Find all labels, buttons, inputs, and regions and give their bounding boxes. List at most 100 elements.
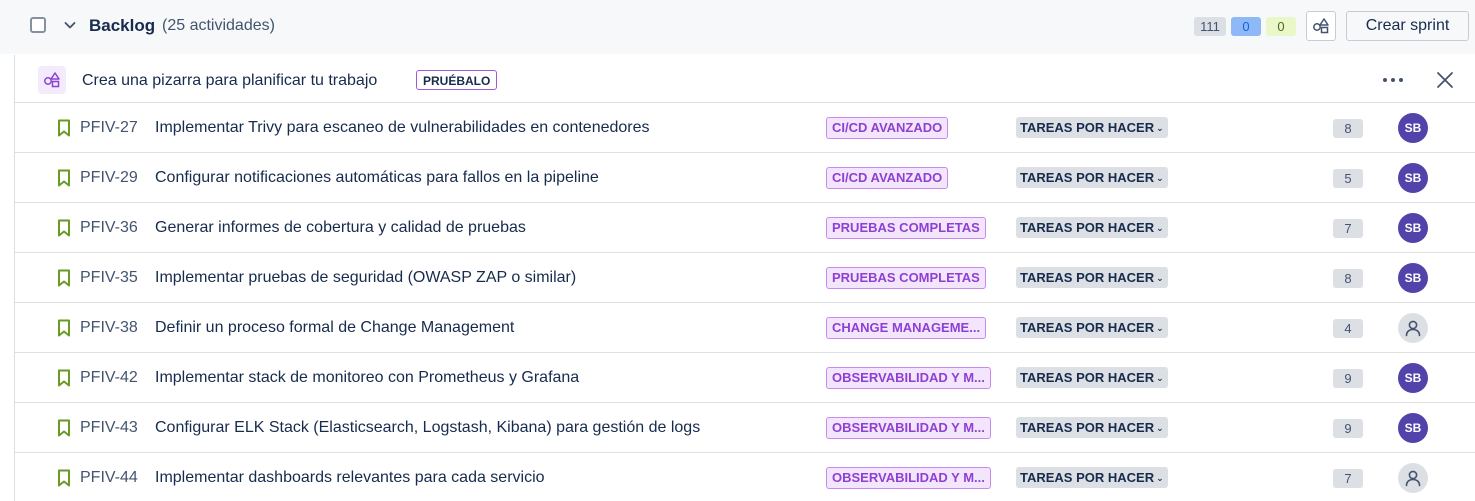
issue-summary[interactable]: Implementar Trivy para escaneo de vulner… bbox=[155, 119, 650, 137]
done-points-badge: 0 bbox=[1266, 17, 1296, 36]
chevron-down-icon: ⌄ bbox=[1156, 123, 1164, 133]
status-label: TAREAS POR HACER bbox=[1020, 270, 1155, 285]
status-label: TAREAS POR HACER bbox=[1020, 470, 1155, 485]
table-row[interactable]: PFIV-43 Configurar ELK Stack (Elasticsea… bbox=[15, 403, 1475, 453]
status-dropdown[interactable]: TAREAS POR HACER ⌄ bbox=[1016, 167, 1168, 188]
board-shapes-button[interactable] bbox=[1306, 11, 1336, 41]
issue-summary[interactable]: Definir un proceso formal de Change Mana… bbox=[155, 319, 514, 337]
unassigned-avatar[interactable] bbox=[1398, 463, 1428, 493]
story-points-badge[interactable]: 4 bbox=[1333, 319, 1363, 338]
assignee-avatar[interactable]: SB bbox=[1398, 163, 1428, 193]
table-row[interactable]: PFIV-38 Definir un proceso formal de Cha… bbox=[15, 303, 1475, 353]
assignee-avatar[interactable]: SB bbox=[1398, 363, 1428, 393]
story-points-badge[interactable]: 8 bbox=[1333, 269, 1363, 288]
chevron-down-icon: ⌄ bbox=[1156, 373, 1164, 383]
assignee-avatar[interactable]: SB bbox=[1398, 413, 1428, 443]
epic-lozenge[interactable]: CI/CD AVANZADO bbox=[826, 167, 949, 189]
issue-summary[interactable]: Configurar notificaciones automáticas pa… bbox=[155, 169, 599, 187]
status-dropdown[interactable]: TAREAS POR HACER ⌄ bbox=[1016, 217, 1168, 238]
table-row[interactable]: PFIV-36 Generar informes de cobertura y … bbox=[15, 203, 1475, 253]
user-icon bbox=[1405, 320, 1421, 337]
epic-lozenge[interactable]: OBSERVABILIDAD Y M... bbox=[826, 367, 991, 389]
chevron-down-icon[interactable] bbox=[62, 17, 78, 33]
issue-key[interactable]: PFIV-27 bbox=[80, 119, 138, 137]
story-icon bbox=[58, 369, 70, 387]
table-row[interactable]: PFIV-29 Configurar notificaciones automá… bbox=[15, 153, 1475, 203]
story-points-badge[interactable]: 7 bbox=[1333, 219, 1363, 238]
chevron-down-icon: ⌄ bbox=[1156, 223, 1164, 233]
issue-summary[interactable]: Implementar stack de monitoreo con Prome… bbox=[155, 369, 579, 387]
story-points-badge[interactable]: 7 bbox=[1333, 469, 1363, 488]
backlog-page: Backlog (25 actividades) 111 0 0 Crear s… bbox=[0, 0, 1475, 501]
status-dropdown[interactable]: TAREAS POR HACER ⌄ bbox=[1016, 117, 1168, 138]
backlog-title: Backlog bbox=[89, 16, 156, 35]
close-icon bbox=[1437, 72, 1453, 88]
story-points-badge[interactable]: 8 bbox=[1333, 119, 1363, 138]
create-sprint-button[interactable]: Crear sprint bbox=[1346, 11, 1469, 41]
chevron-down-icon: ⌄ bbox=[1156, 173, 1164, 183]
more-icon bbox=[1383, 78, 1403, 82]
story-icon bbox=[58, 219, 70, 237]
issue-key[interactable]: PFIV-44 bbox=[80, 469, 138, 487]
story-points-badge[interactable]: 9 bbox=[1333, 369, 1363, 388]
unassigned-avatar[interactable] bbox=[1398, 313, 1428, 343]
todo-points-badge: 111 bbox=[1194, 17, 1226, 36]
chevron-down-icon: ⌄ bbox=[1156, 423, 1164, 433]
issue-key[interactable]: PFIV-42 bbox=[80, 369, 138, 387]
banner-text: Crea una pizarra para planificar tu trab… bbox=[82, 72, 378, 89]
status-dropdown[interactable]: TAREAS POR HACER ⌄ bbox=[1016, 267, 1168, 288]
issue-key[interactable]: PFIV-29 bbox=[80, 169, 138, 187]
story-icon bbox=[58, 269, 70, 287]
story-points-badge[interactable]: 5 bbox=[1333, 169, 1363, 188]
story-points-badge[interactable]: 9 bbox=[1333, 419, 1363, 438]
table-row[interactable]: PFIV-44 Implementar dashboards relevante… bbox=[15, 453, 1475, 501]
epic-lozenge[interactable]: PRUEBAS COMPLETAS bbox=[826, 217, 986, 239]
issue-key[interactable]: PFIV-43 bbox=[80, 419, 138, 437]
assignee-avatar[interactable]: SB bbox=[1398, 263, 1428, 293]
issue-summary[interactable]: Generar informes de cobertura y calidad … bbox=[155, 219, 526, 237]
epic-lozenge[interactable]: OBSERVABILIDAD Y M... bbox=[826, 467, 991, 489]
issue-summary[interactable]: Configurar ELK Stack (Elasticsearch, Log… bbox=[155, 419, 700, 437]
close-banner-button[interactable] bbox=[1433, 68, 1457, 92]
status-dropdown[interactable]: TAREAS POR HACER ⌄ bbox=[1016, 467, 1168, 488]
assignee-avatar[interactable]: SB bbox=[1398, 213, 1428, 243]
issue-summary[interactable]: Implementar pruebas de seguridad (OWASP … bbox=[155, 269, 576, 287]
more-actions-button[interactable] bbox=[1381, 68, 1405, 92]
in-progress-points-badge: 0 bbox=[1231, 17, 1261, 36]
story-icon bbox=[58, 419, 70, 437]
issue-key[interactable]: PFIV-35 bbox=[80, 269, 138, 287]
status-dropdown[interactable]: TAREAS POR HACER ⌄ bbox=[1016, 417, 1168, 438]
shapes-icon bbox=[38, 66, 66, 94]
table-row[interactable]: PFIV-27 Implementar Trivy para escaneo d… bbox=[15, 103, 1475, 153]
story-icon bbox=[58, 469, 70, 487]
epic-lozenge[interactable]: CI/CD AVANZADO bbox=[826, 117, 949, 139]
status-label: TAREAS POR HACER bbox=[1020, 220, 1155, 235]
chevron-down-icon: ⌄ bbox=[1156, 473, 1164, 483]
story-icon bbox=[58, 169, 70, 187]
table-row[interactable]: PFIV-35 Implementar pruebas de seguridad… bbox=[15, 253, 1475, 303]
shapes-icon bbox=[1313, 18, 1329, 34]
issue-key[interactable]: PFIV-38 bbox=[80, 319, 138, 337]
backlog-issue-count: (25 actividades) bbox=[162, 17, 275, 34]
assignee-avatar[interactable]: SB bbox=[1398, 113, 1428, 143]
planning-board-banner: Crea una pizarra para planificar tu trab… bbox=[15, 55, 1475, 103]
backlog-header: Backlog (25 actividades) 111 0 0 Crear s… bbox=[0, 0, 1475, 54]
chevron-down-icon: ⌄ bbox=[1156, 323, 1164, 333]
chevron-down-icon: ⌄ bbox=[1156, 273, 1164, 283]
try-it-button[interactable]: PRUÉBALO bbox=[416, 70, 498, 90]
issue-key[interactable]: PFIV-36 bbox=[80, 219, 138, 237]
user-icon bbox=[1405, 470, 1421, 487]
status-dropdown[interactable]: TAREAS POR HACER ⌄ bbox=[1016, 367, 1168, 388]
table-row[interactable]: PFIV-42 Implementar stack de monitoreo c… bbox=[15, 353, 1475, 403]
epic-lozenge[interactable]: CHANGE MANAGEME... bbox=[826, 317, 987, 339]
status-dropdown[interactable]: TAREAS POR HACER ⌄ bbox=[1016, 317, 1168, 338]
status-label: TAREAS POR HACER bbox=[1020, 320, 1155, 335]
select-all-checkbox[interactable] bbox=[30, 17, 46, 33]
story-icon bbox=[58, 319, 70, 337]
epic-lozenge[interactable]: OBSERVABILIDAD Y M... bbox=[826, 417, 991, 439]
issue-summary[interactable]: Implementar dashboards relevantes para c… bbox=[155, 469, 545, 487]
story-icon bbox=[58, 119, 70, 137]
status-label: TAREAS POR HACER bbox=[1020, 420, 1155, 435]
status-label: TAREAS POR HACER bbox=[1020, 170, 1155, 185]
epic-lozenge[interactable]: PRUEBAS COMPLETAS bbox=[826, 267, 986, 289]
